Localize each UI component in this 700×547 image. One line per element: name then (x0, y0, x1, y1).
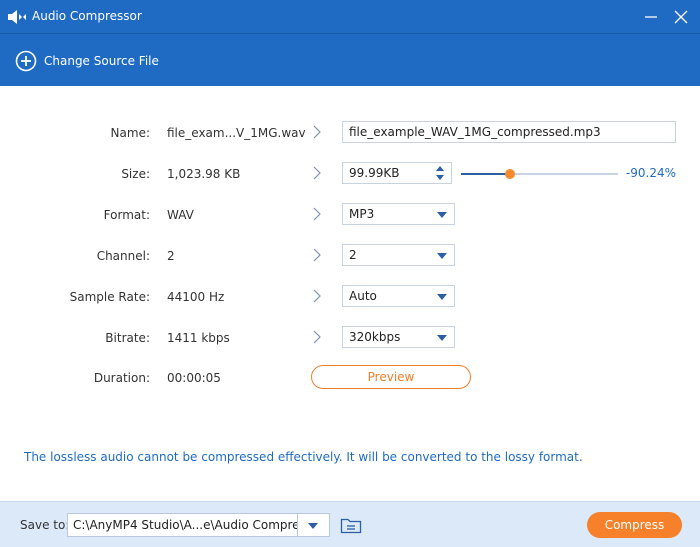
lossless-notice: The lossless audio cannot be compressed … (24, 450, 583, 464)
save-path-field[interactable]: C:\AnyMP4 Studio\A...e\Audio Compressed (67, 513, 298, 537)
bitrate-select[interactable]: 320kbps (342, 326, 455, 348)
sample-rate-selected-value: Auto (349, 289, 377, 303)
change-source-file-label: Change Source File (44, 54, 159, 68)
save-path-dropdown-button[interactable] (298, 513, 330, 537)
compress-button[interactable]: Compress (587, 512, 682, 538)
chevron-down-icon (437, 253, 447, 259)
source-size-value: 1,023.98 KB (167, 167, 241, 181)
output-name-field[interactable]: file_example_WAV_1MG_compressed.mp3 (342, 121, 676, 143)
preview-button[interactable]: Preview (311, 365, 471, 389)
size-slider-fill (461, 173, 510, 175)
chevron-right-icon (313, 207, 321, 221)
bitrate-selected-value: 320kbps (349, 330, 401, 344)
source-duration-value: 00:00:05 (167, 371, 221, 385)
source-format-value: WAV (167, 208, 194, 222)
chevron-right-icon (313, 166, 321, 180)
bitrate-label: Bitrate: (105, 331, 150, 345)
source-bitrate-value: 1411 kbps (167, 331, 230, 345)
name-label: Name: (110, 126, 150, 140)
window-title: Audio Compressor (32, 9, 142, 23)
source-name-value: file_exam...V_1MG.wav (167, 126, 306, 140)
open-folder-icon[interactable] (340, 515, 362, 535)
footer-bar: Save to: C:\AnyMP4 Studio\A...e\Audio Co… (0, 501, 700, 547)
chevron-right-icon (313, 289, 321, 303)
size-slider-handle[interactable] (504, 169, 515, 179)
format-select[interactable]: MP3 (342, 203, 455, 225)
size-label: Size: (121, 167, 150, 181)
chevron-down-icon (437, 294, 447, 300)
close-icon[interactable] (670, 6, 692, 28)
settings-panel: Name: file_exam...V_1MG.wav file_example… (0, 86, 700, 501)
minimize-icon[interactable] (640, 6, 662, 28)
toolbar: Change Source File (0, 33, 700, 86)
output-size-value: 99.99KB (349, 166, 400, 180)
change-source-file-button[interactable]: Change Source File (15, 49, 159, 73)
spinner-arrows-icon[interactable] (435, 165, 445, 181)
chevron-down-icon (437, 335, 447, 341)
format-label: Format: (103, 208, 150, 222)
chevron-down-icon (437, 212, 447, 218)
chevron-right-icon (313, 125, 321, 139)
size-reduction-percent: -90.24% (625, 166, 676, 180)
format-selected-value: MP3 (349, 207, 375, 221)
source-channel-value: 2 (167, 249, 175, 263)
chevron-right-icon (313, 248, 321, 262)
channel-select[interactable]: 2 (342, 244, 455, 266)
size-slider[interactable] (461, 169, 618, 179)
duration-label: Duration: (93, 371, 150, 385)
title-bar: Audio Compressor (0, 0, 700, 33)
sample-rate-label: Sample Rate: (69, 290, 150, 304)
channel-label: Channel: (96, 249, 150, 263)
output-name-value: file_example_WAV_1MG_compressed.mp3 (349, 125, 601, 139)
source-sample-rate-value: 44100 Hz (167, 290, 225, 304)
chevron-down-icon (308, 523, 318, 529)
chevron-right-icon (313, 330, 321, 344)
speaker-compress-icon (8, 10, 26, 24)
output-size-stepper[interactable]: 99.99KB (342, 162, 452, 184)
save-to-label: Save to: (20, 518, 70, 532)
channel-selected-value: 2 (349, 248, 357, 262)
plus-circle-icon (15, 50, 37, 72)
sample-rate-select[interactable]: Auto (342, 285, 455, 307)
